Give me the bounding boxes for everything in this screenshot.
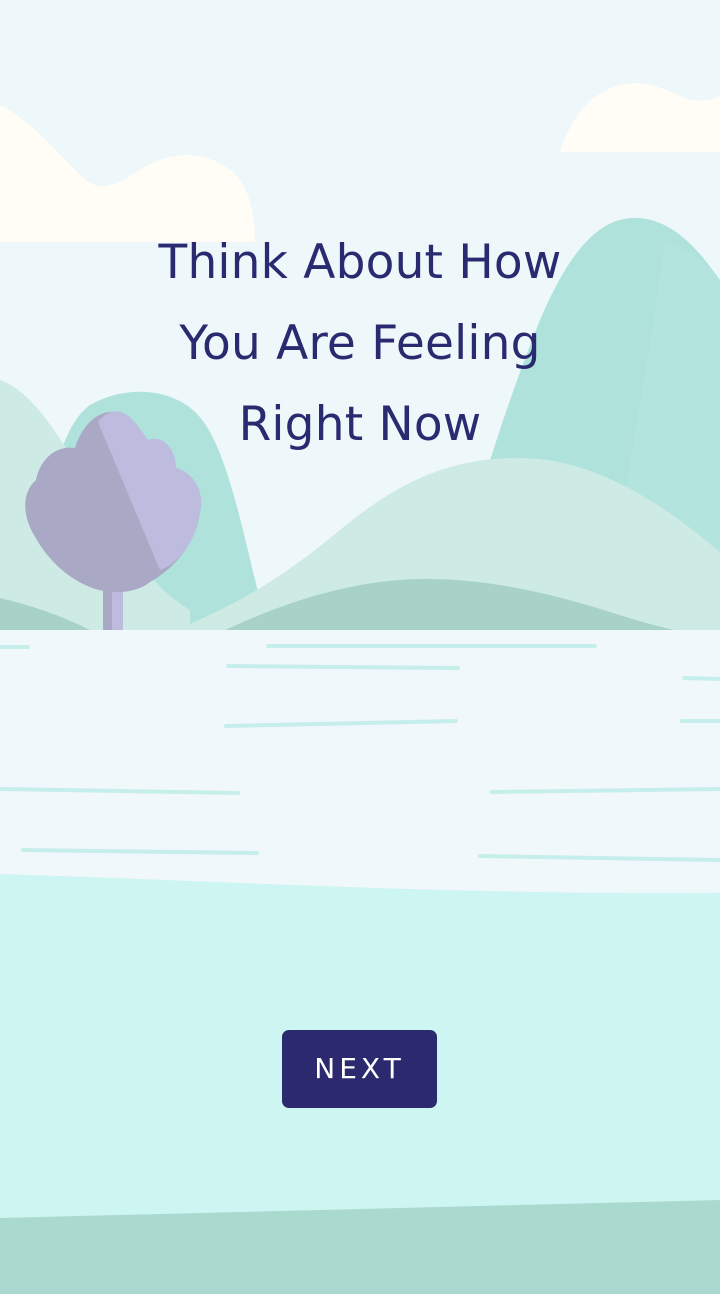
title-line-3: Right Now [238,397,482,452]
onboarding-screen: Think About How You Are Feeling Right No… [0,0,720,1294]
title-line-2: You Are Feeling [179,316,541,371]
title-line-1: Think About How [158,235,562,290]
next-button[interactable]: NEXT [282,1030,437,1108]
page-title: Think About How You Are Feeling Right No… [60,222,660,465]
